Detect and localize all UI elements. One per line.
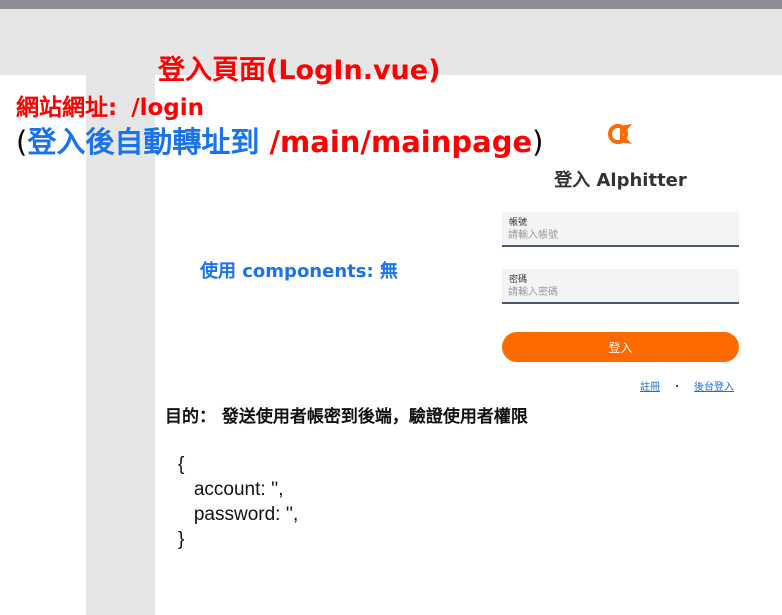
redirect-text: 登入後自動轉址到: [27, 125, 260, 159]
code-line: account: '',: [178, 479, 284, 500]
password-field[interactable]: 密碼: [502, 269, 739, 304]
register-link[interactable]: 註冊: [640, 382, 660, 393]
password-input[interactable]: [508, 284, 728, 300]
top-bar: [0, 0, 782, 9]
components-note: 使用 components: 無: [200, 261, 398, 282]
page-title: 登入頁面(LogIn.vue): [158, 55, 441, 86]
login-title: 登入 Alphitter: [554, 170, 687, 191]
url-note: 網站網址: /login: [16, 88, 204, 122]
url-label: 網站網址:: [16, 95, 118, 121]
account-field[interactable]: 帳號: [502, 212, 739, 247]
payload-code: { account: '', password: '',}: [178, 452, 298, 552]
redirect-note: (登入後自動轉址到 /main/mainpage): [16, 119, 543, 161]
login-links: 註冊 ・ 後台登入: [640, 378, 734, 393]
alphitter-logo-icon: [608, 124, 632, 144]
purpose-note: 目的： 發送使用者帳密到後端，驗證使用者權限: [165, 407, 528, 427]
redirect-path: /main/mainpage: [269, 125, 533, 159]
account-input[interactable]: [508, 227, 728, 243]
redirect-close: ): [532, 125, 544, 159]
code-line: {: [178, 454, 185, 475]
url-value: /login: [131, 95, 205, 121]
admin-login-link[interactable]: 後台登入: [694, 382, 734, 393]
login-button[interactable]: 登入: [502, 332, 739, 362]
code-line: password: '',: [178, 504, 299, 525]
code-line: }: [178, 529, 185, 550]
link-separator: ・: [672, 382, 682, 393]
redirect-open: (: [16, 125, 28, 159]
